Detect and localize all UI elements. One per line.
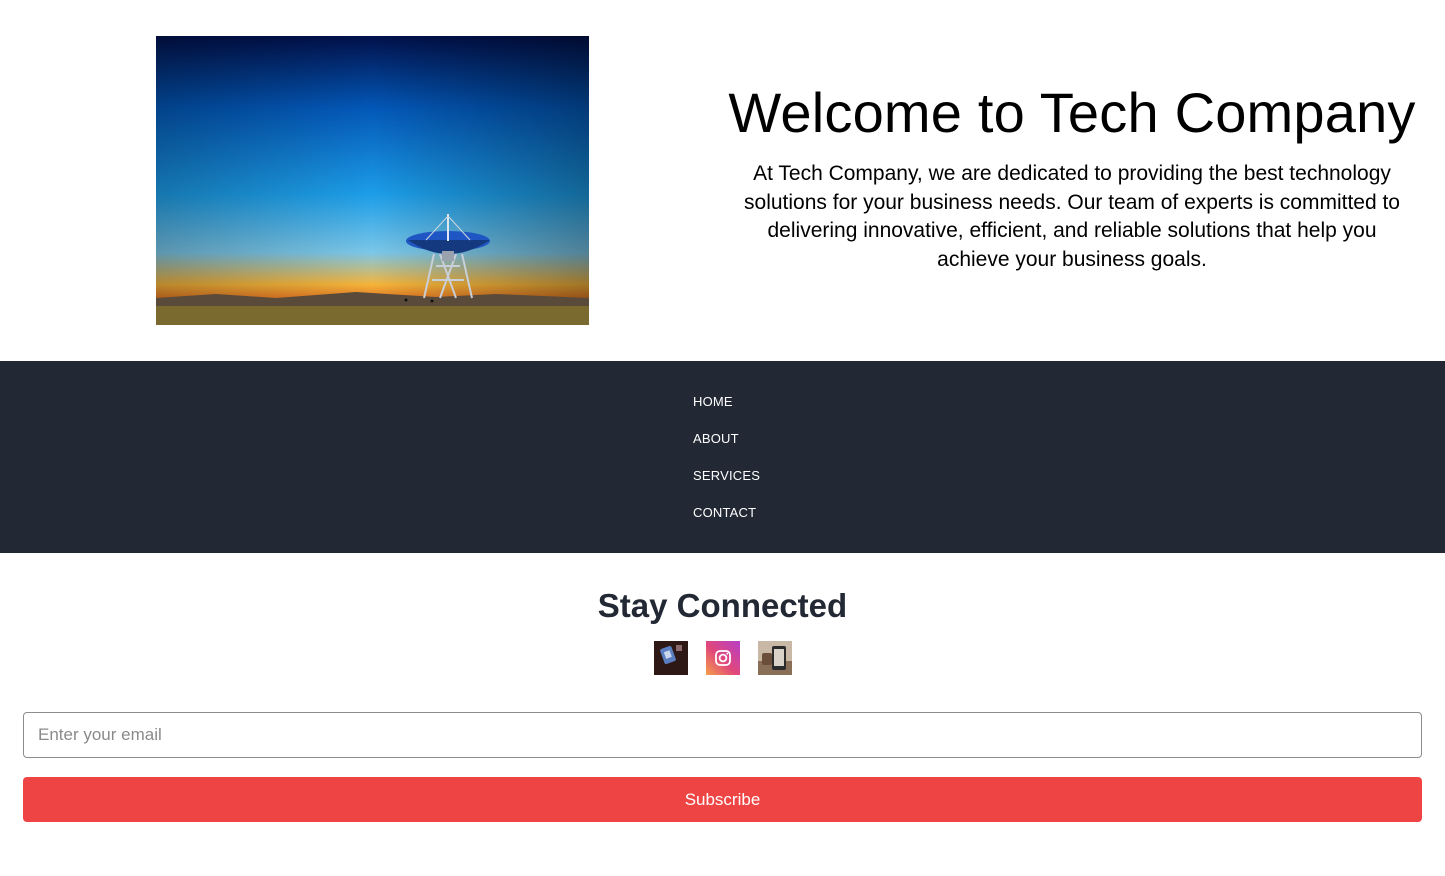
main-nav: HOME ABOUT SERVICES CONTACT: [0, 361, 1445, 553]
nav-link-about[interactable]: ABOUT: [693, 424, 739, 454]
hero-section: Welcome to Tech Company At Tech Company,…: [0, 0, 1445, 361]
nav-item-home: HOME: [693, 387, 760, 424]
nav-list: HOME ABOUT SERVICES CONTACT: [693, 387, 760, 535]
instagram-icon[interactable]: [706, 641, 740, 675]
nav-item-services: SERVICES: [693, 461, 760, 498]
radio-telescope-icon: [156, 36, 589, 325]
hero-text: Welcome to Tech Company At Tech Company,…: [722, 80, 1422, 274]
nav-item-contact: CONTACT: [693, 498, 760, 535]
page-title: Welcome to Tech Company: [728, 81, 1416, 144]
social-photo-1-icon[interactable]: [654, 641, 688, 675]
nav-link-contact[interactable]: CONTACT: [693, 498, 756, 528]
stay-connected-heading: Stay Connected: [597, 587, 848, 624]
nav-link-home[interactable]: HOME: [693, 387, 733, 417]
social-photo-3-icon[interactable]: [758, 641, 792, 675]
hero-image: [156, 36, 589, 325]
nav-item-about: ABOUT: [693, 424, 760, 461]
email-input[interactable]: [23, 712, 1422, 758]
subscribe-button[interactable]: Subscribe: [23, 777, 1422, 822]
hero-description: At Tech Company, we are dedicated to pro…: [744, 162, 1400, 271]
nav-link-services[interactable]: SERVICES: [693, 461, 760, 491]
